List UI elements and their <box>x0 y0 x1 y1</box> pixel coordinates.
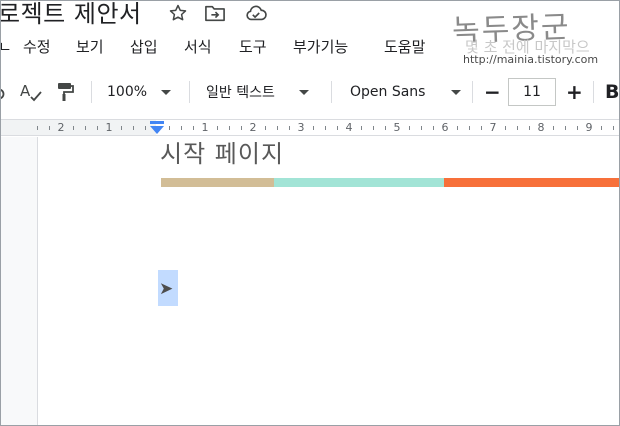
cloud-status-icon[interactable] <box>245 2 267 24</box>
ruler-tick <box>169 126 170 130</box>
ruler-tick <box>361 126 362 130</box>
ruler-tick <box>469 126 470 130</box>
ruler-tick <box>217 126 218 130</box>
menu-file-partial[interactable]: ㄴ <box>0 36 12 57</box>
ruler-tick <box>145 126 146 130</box>
ruler-tick <box>241 126 242 130</box>
color-bar-tan <box>161 178 274 187</box>
font-family-select[interactable]: Open Sans <box>350 74 462 110</box>
toolbar-divider <box>331 81 332 103</box>
ruler-tick <box>73 126 74 130</box>
ruler-label: 9 <box>585 121 593 134</box>
svg-text:A: A <box>20 82 31 100</box>
ruler-tick <box>121 126 122 130</box>
paragraph-style-value: 일반 텍스트 <box>206 85 275 101</box>
toolbar-divider <box>472 81 473 103</box>
ruler-label: 2 <box>249 121 257 134</box>
ruler-tick <box>325 126 326 130</box>
spellcheck-icon[interactable]: A <box>19 74 43 110</box>
increase-font-size-button[interactable]: + <box>566 74 583 110</box>
ruler-tick <box>613 126 614 130</box>
menu-format[interactable]: 서식 <box>184 36 212 57</box>
star-icon[interactable] <box>167 2 189 24</box>
ruler-tick <box>97 126 98 130</box>
ruler-tick <box>313 126 314 130</box>
indent-marker-icon[interactable] <box>149 120 165 139</box>
ruler-tick <box>529 126 530 130</box>
ruler-tick <box>85 126 86 130</box>
ruler-tick <box>577 126 578 130</box>
paint-format-icon[interactable] <box>55 74 75 110</box>
ruler-tick <box>385 126 386 130</box>
ruler-label: 4 <box>345 121 353 134</box>
paragraph-style-select[interactable]: 일반 텍스트 <box>206 74 309 110</box>
bold-icon: B <box>605 81 620 103</box>
font-family-value: Open Sans <box>350 84 426 100</box>
watermark-url: http://mainia.tistory.com <box>463 53 599 66</box>
document-title[interactable]: 로젝트 제안서 <box>0 0 142 29</box>
ruler-tick <box>457 126 458 130</box>
ruler[interactable]: 2 1 1 2 3 4 5 6 7 8 9 <box>0 119 620 136</box>
chevron-down-icon <box>451 89 462 95</box>
chevron-down-icon <box>298 89 309 95</box>
menu-tools[interactable]: 도구 <box>239 36 267 57</box>
ruler-tick <box>421 126 422 130</box>
color-bar-orange <box>444 178 620 187</box>
toolbar: A 100% 일반 텍스트 Open Sans − 11 + B <box>0 74 620 110</box>
ruler-tick <box>565 126 566 130</box>
ruler-tick <box>37 126 38 130</box>
ruler-label: 3 <box>297 121 305 134</box>
ruler-tick <box>601 126 602 130</box>
ruler-tick <box>409 126 410 130</box>
ruler-label: 7 <box>489 121 497 134</box>
ruler-label: 5 <box>393 121 401 134</box>
ruler-tick <box>277 126 278 130</box>
ruler-tick <box>193 126 194 130</box>
decrease-font-size-button[interactable]: − <box>484 74 501 110</box>
menu-view[interactable]: 보기 <box>76 36 104 57</box>
plus-icon: + <box>566 80 583 104</box>
zoom-select[interactable]: 100% <box>107 74 172 110</box>
font-size-input[interactable]: 11 <box>508 78 556 106</box>
move-to-folder-icon[interactable] <box>204 2 226 24</box>
toolbar-divider <box>91 81 92 103</box>
menu-edit[interactable]: 수정 <box>23 36 51 57</box>
ruler-label: 2 <box>57 121 65 134</box>
ruler-tick <box>229 126 230 130</box>
ruler-tick <box>181 126 182 130</box>
minus-icon: − <box>484 80 501 104</box>
ruler-label: 6 <box>441 121 449 134</box>
ruler-tick <box>505 126 506 130</box>
ruler-tick <box>337 126 338 130</box>
ruler-tick <box>289 126 290 130</box>
ruler-tick <box>481 126 482 130</box>
menu-help[interactable]: 도움말 <box>384 36 425 57</box>
ruler-label: 1 <box>105 121 113 134</box>
ruler-tick <box>553 126 554 130</box>
ruler-label: 8 <box>537 121 545 134</box>
arrow-bullet-glyph[interactable]: ➤ <box>159 279 173 299</box>
menu-insert[interactable]: 삽입 <box>130 36 158 57</box>
toolbar-divider <box>593 81 594 103</box>
chevron-down-icon <box>161 89 172 95</box>
zoom-value: 100% <box>107 84 148 100</box>
ruler-tick <box>265 126 266 130</box>
partial-icon[interactable] <box>0 74 7 110</box>
toolbar-divider <box>189 81 190 103</box>
ruler-tick <box>433 126 434 130</box>
ruler-tick <box>49 126 50 130</box>
ruler-tick <box>133 126 134 130</box>
ruler-label: 1 <box>201 121 209 134</box>
color-bar-mint <box>274 178 444 187</box>
bold-button[interactable]: B <box>605 74 619 110</box>
ruler-tick <box>373 126 374 130</box>
page-heading[interactable]: 시작 페이지 <box>160 134 284 169</box>
ruler-tick <box>517 126 518 130</box>
menu-addons[interactable]: 부가기능 <box>293 36 348 57</box>
